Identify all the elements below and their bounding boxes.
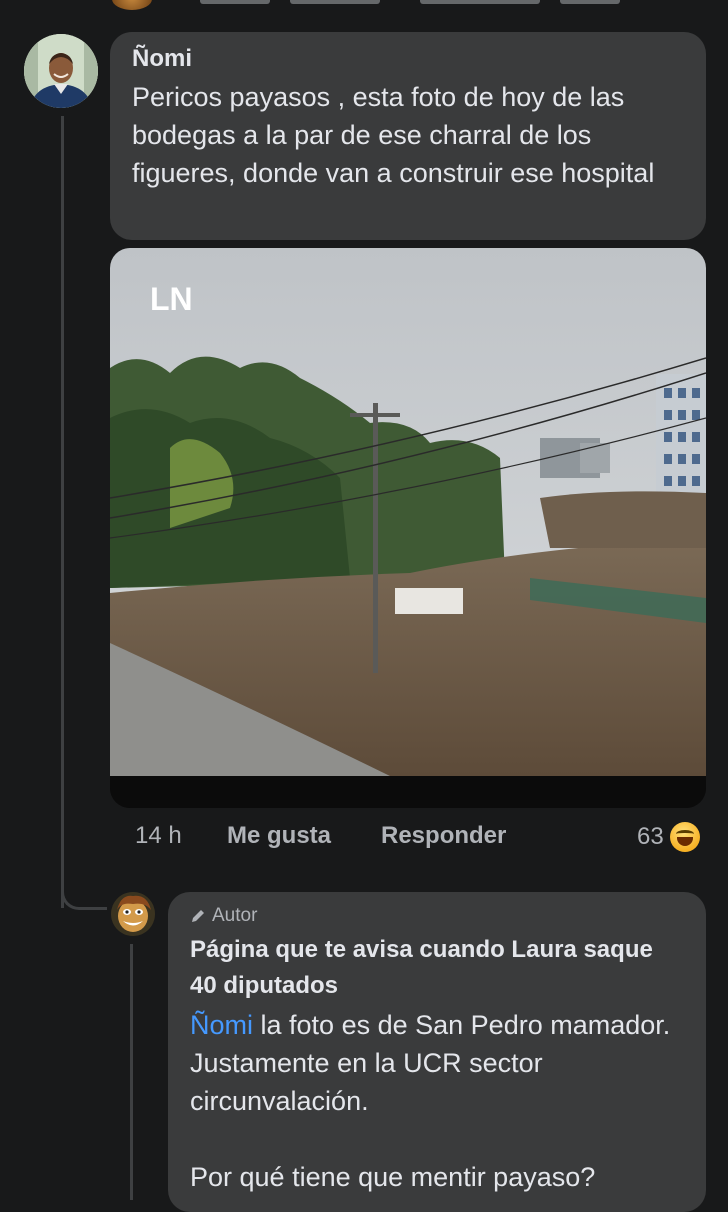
author-badge-label: Autor <box>212 905 258 926</box>
reply-connector-line <box>130 944 133 1200</box>
reply-text-second: Por qué tiene que mentir payaso? <box>190 1162 596 1192</box>
comment-bubble[interactable]: Ñomi Pericos payasos , esta foto de hoy … <box>110 32 706 240</box>
reply-author[interactable]: Página que te avisa cuando Laura saque 4… <box>190 932 684 1004</box>
comment-text: Pericos payasos , esta foto de hoy de la… <box>132 82 655 188</box>
reply-text-body: la foto es de San Pedro mamador. Justame… <box>190 1010 671 1116</box>
reaction-summary[interactable]: 63 <box>637 822 700 852</box>
text-fragment <box>420 0 540 4</box>
thread-connector-curve <box>61 870 107 910</box>
person-photo-icon <box>24 34 98 108</box>
text-fragment <box>560 0 620 4</box>
reply-button[interactable]: Responder <box>381 822 506 850</box>
reply-author-avatar[interactable] <box>111 892 155 936</box>
reply-text: Ñomi la foto es de San Pedro mamador. Ju… <box>190 1006 684 1196</box>
text-fragment <box>290 0 380 4</box>
reaction-count: 63 <box>637 823 664 850</box>
flood-photo-illustration: LN <box>110 248 706 808</box>
photo-watermark: LN <box>150 281 193 317</box>
reply-bubble[interactable]: Autor Página que te avisa cuando Laura s… <box>168 892 706 1212</box>
commenter-avatar[interactable] <box>24 34 98 108</box>
like-button[interactable]: Me gusta <box>227 822 331 850</box>
mention-link[interactable]: Ñomi <box>190 1010 253 1040</box>
author-badge: Autor <box>190 904 684 928</box>
laughing-face-icon <box>669 822 700 852</box>
comment-photo[interactable]: LN <box>110 248 706 808</box>
text-fragment <box>200 0 270 4</box>
previous-comment-remnant <box>0 0 728 14</box>
reaction-icon-partial <box>112 0 152 10</box>
thread-connector-line <box>61 116 64 908</box>
cartoon-face-icon <box>111 892 155 936</box>
pencil-icon <box>192 910 204 922</box>
comment-author[interactable]: Ñomi <box>132 44 684 74</box>
comment-timestamp[interactable]: 14 h <box>135 822 182 850</box>
